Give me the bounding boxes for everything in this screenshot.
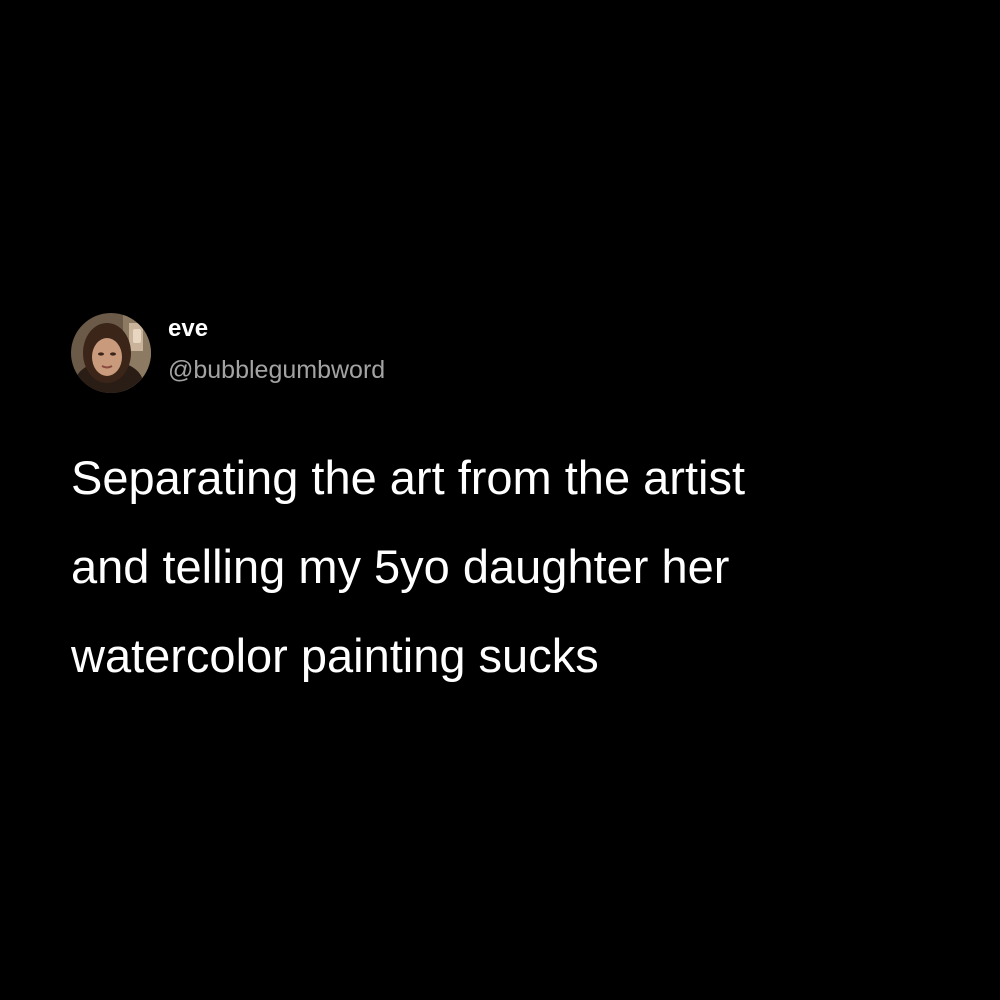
tweet-header: eve @bubblegumbword xyxy=(71,313,951,393)
tweet-text-line: and telling my 5yo daughter her xyxy=(71,540,730,593)
tweet: eve @bubblegumbword Separating the art f… xyxy=(71,313,951,700)
user-handle[interactable]: @bubblegumbword xyxy=(168,355,385,385)
tweet-text: Separating the art from the artist and t… xyxy=(71,433,951,700)
avatar-photo-icon xyxy=(71,313,151,393)
author-names: eve @bubblegumbword xyxy=(168,315,385,385)
tweet-card: eve @bubblegumbword Separating the art f… xyxy=(0,0,1000,1000)
tweet-text-line: Separating the art from the artist xyxy=(71,451,745,504)
tweet-text-line: watercolor painting sucks xyxy=(71,629,599,682)
avatar[interactable] xyxy=(71,313,151,393)
display-name[interactable]: eve xyxy=(168,315,385,343)
